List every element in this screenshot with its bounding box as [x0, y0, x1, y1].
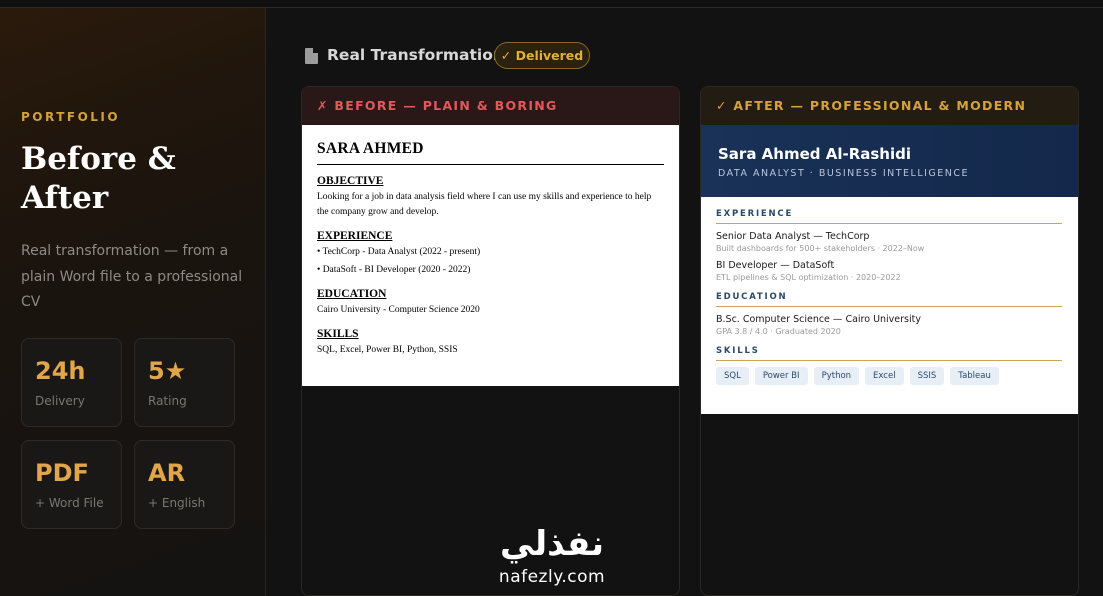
plain-education-heading: EDUCATION — [317, 288, 387, 300]
plain-experience-item: • DataSoft - BI Developer (2020 - 2022) — [317, 265, 471, 275]
plain-skills-heading: SKILLS — [317, 328, 359, 340]
modern-education-heading: EDUCATION — [716, 292, 1062, 307]
after-panel: ✓ AFTER — PROFESSIONAL & MODERN Sara Ahm… — [700, 86, 1079, 596]
education-title: B.Sc. Computer Science — Cairo Universit… — [716, 314, 921, 325]
modern-cv-body: EXPERIENCE Senior Data Analyst — TechCor… — [701, 197, 1078, 385]
sidebar: PORTFOLIO Before & After Real transforma… — [0, 8, 266, 596]
skill-chip: SSIS — [909, 367, 945, 385]
after-panel-header: ✓ AFTER — PROFESSIONAL & MODERN — [701, 87, 1078, 125]
watermark-domain: nafezly.com — [498, 567, 606, 587]
before-panel: ✗ BEFORE — PLAIN & BORING SARA AHMED OBJ… — [301, 86, 680, 596]
before-panel-header: ✗ BEFORE — PLAIN & BORING — [302, 87, 679, 125]
modern-cv-name: Sara Ahmed Al-Rashidi — [718, 145, 911, 163]
job-title: Senior Data Analyst — TechCorp — [716, 231, 870, 242]
stat-card-delivery: 24h Delivery — [21, 338, 122, 427]
section-title: Real Transformation — [327, 46, 504, 64]
portfolio-eyebrow: PORTFOLIO — [21, 110, 121, 124]
skill-chip: Tableau — [950, 367, 999, 385]
job-title: BI Developer — DataSoft — [716, 260, 835, 271]
stat-label: + English — [148, 496, 206, 510]
watermark: نفذلي nafezly.com — [482, 525, 622, 587]
plain-skills-text: SQL, Excel, Power BI, Python, SSIS — [317, 345, 458, 355]
skill-chip: Power BI — [754, 367, 808, 385]
watermark-arabic: نفذلي — [499, 524, 605, 564]
stat-label: Rating — [148, 394, 187, 408]
page-title: Before & After — [21, 141, 176, 216]
modern-cv: Sara Ahmed Al-Rashidi DATA ANALYST · BUS… — [701, 125, 1078, 414]
stat-value: AR — [148, 459, 186, 487]
skills-chips: SQL Power BI Python Excel SSIS Tableau — [716, 367, 1062, 385]
job-subtitle: Built dashboards for 500+ stakeholders ·… — [716, 244, 925, 253]
plain-cv: SARA AHMED OBJECTIVE Looking for a job i… — [302, 125, 679, 386]
plain-cv-name: SARA AHMED — [317, 140, 664, 165]
plain-experience-item: • TechCorp - Data Analyst (2022 - presen… — [317, 247, 481, 257]
plain-education-text: Cairo University - Computer Science 2020 — [317, 305, 480, 315]
modern-skills-heading: SKILLS — [716, 346, 1062, 361]
stat-value: 24h — [35, 357, 86, 385]
skill-chip: Python — [813, 367, 860, 385]
stat-label: + Word File — [35, 496, 104, 510]
stat-card-format: PDF + Word File — [21, 440, 122, 529]
stat-label: Delivery — [35, 394, 85, 408]
job-subtitle: ETL pipelines & SQL optimization · 2020–… — [716, 273, 901, 282]
top-border — [0, 0, 1103, 8]
document-icon — [305, 48, 318, 64]
plain-experience-heading: EXPERIENCE — [317, 230, 393, 242]
modern-cv-role: DATA ANALYST · BUSINESS INTELLIGENCE — [718, 168, 970, 179]
stat-card-rating: 5★ Rating — [134, 338, 235, 427]
sidebar-description: Real transformation — from a plain Word … — [21, 243, 243, 310]
stat-value: PDF — [35, 459, 89, 487]
plain-objective-heading: OBJECTIVE — [317, 175, 384, 187]
stat-value: 5★ — [148, 357, 187, 385]
delivered-badge: ✓ Delivered — [494, 42, 590, 69]
modern-experience-heading: EXPERIENCE — [716, 209, 1062, 224]
modern-cv-header: Sara Ahmed Al-Rashidi DATA ANALYST · BUS… — [701, 125, 1078, 197]
plain-objective-text: Looking for a job in data analysis field… — [317, 192, 652, 217]
stat-card-language: AR + English — [134, 440, 235, 529]
education-subtitle: GPA 3.8 / 4.0 · Graduated 2020 — [716, 327, 841, 336]
skill-chip: Excel — [865, 367, 904, 385]
skill-chip: SQL — [716, 367, 749, 385]
